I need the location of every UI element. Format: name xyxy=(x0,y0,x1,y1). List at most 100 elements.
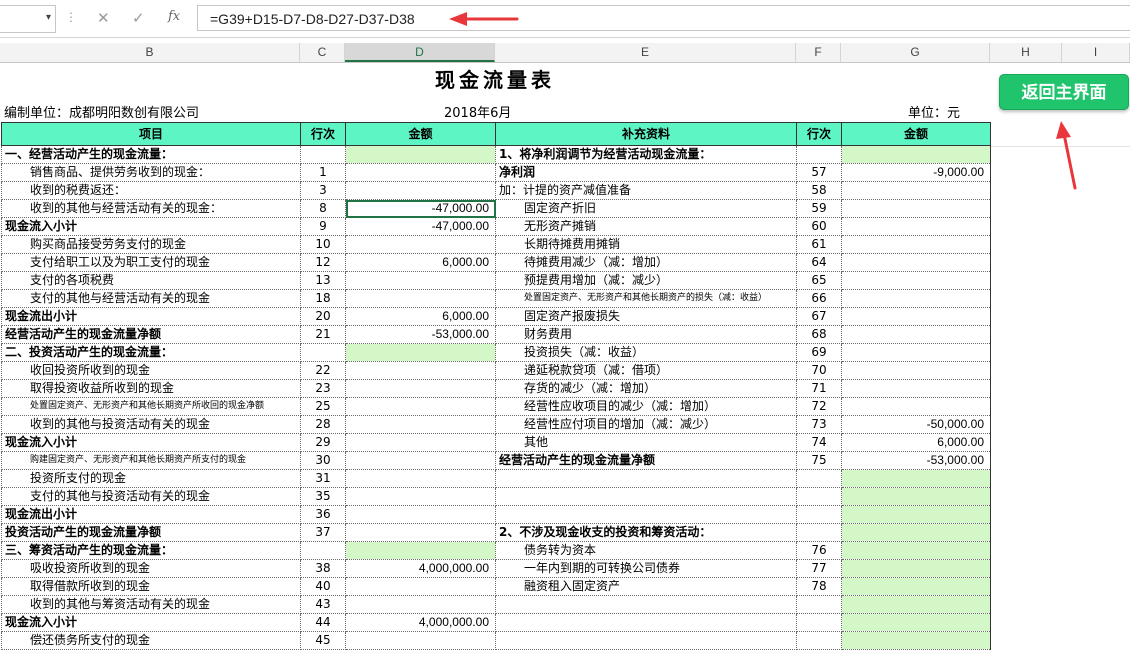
cell-line-no-2[interactable]: 59 xyxy=(796,199,842,218)
cell-line-no[interactable]: 13 xyxy=(300,271,346,290)
cell-line-no-2[interactable]: 61 xyxy=(796,235,842,254)
column-header-f[interactable]: F xyxy=(796,43,841,62)
cell-supplement[interactable]: 财务费用 xyxy=(495,325,797,344)
cell-amount-2[interactable] xyxy=(841,631,991,650)
cell-item[interactable]: 收到的其他与筹资活动有关的现金 xyxy=(1,595,301,614)
cell-line-no[interactable]: 28 xyxy=(300,415,346,434)
cell-line-no-2[interactable]: 73 xyxy=(796,415,842,434)
cell-line-no[interactable]: 45 xyxy=(300,631,346,650)
cell-amount-2[interactable]: -53,000.00 xyxy=(841,451,991,470)
cell-amount[interactable]: 6,000.00 xyxy=(345,307,496,326)
cell-item[interactable]: 支付的其他与经营活动有关的现金 xyxy=(1,289,301,308)
cell-item[interactable]: 收到的其他与投资活动有关的现金 xyxy=(1,415,301,434)
cell-supplement[interactable]: 递延税款贷项（减：借项） xyxy=(495,361,797,380)
cell-supplement[interactable]: 固定资产报废损失 xyxy=(495,307,797,326)
cell-line-no[interactable]: 12 xyxy=(300,253,346,272)
cell-amount[interactable]: -53,000.00 xyxy=(345,325,496,344)
cell-line-no-2[interactable] xyxy=(796,145,842,164)
cell-amount-2[interactable] xyxy=(841,217,991,236)
cancel-icon[interactable]: ✕ xyxy=(97,9,110,27)
cell-line-no-2[interactable]: 78 xyxy=(796,577,842,596)
cell-amount[interactable]: 6,000.00 xyxy=(345,253,496,272)
cell-line-no[interactable]: 10 xyxy=(300,235,346,254)
column-header-g[interactable]: G xyxy=(841,43,990,62)
cell-line-no[interactable] xyxy=(300,343,346,362)
cell-amount-2[interactable]: 6,000.00 xyxy=(841,433,991,452)
cell-line-no-2[interactable]: 68 xyxy=(796,325,842,344)
cell-amount-2[interactable] xyxy=(841,523,991,542)
cell-supplement[interactable] xyxy=(495,631,797,650)
cell-amount[interactable] xyxy=(345,271,496,290)
column-header-d[interactable]: D xyxy=(345,43,495,62)
cell-item[interactable]: 现金流入小计 xyxy=(1,433,301,452)
cell-amount[interactable] xyxy=(345,469,496,488)
cell-line-no-2[interactable]: 64 xyxy=(796,253,842,272)
cell-item[interactable]: 三、筹资活动产生的现金流量： xyxy=(1,541,301,560)
cell-line-no-2[interactable] xyxy=(796,595,842,614)
cell-amount[interactable] xyxy=(345,379,496,398)
column-header-i[interactable]: I xyxy=(1062,43,1130,62)
column-header-c[interactable]: C xyxy=(300,43,345,62)
cell-line-no-2[interactable]: 74 xyxy=(796,433,842,452)
cell-amount-2[interactable] xyxy=(841,271,991,290)
name-box[interactable]: ▾ xyxy=(0,5,56,33)
cell-supplement[interactable] xyxy=(495,613,797,632)
cell-line-no-2[interactable]: 71 xyxy=(796,379,842,398)
cell-item[interactable]: 支付的其他与投资活动有关的现金 xyxy=(1,487,301,506)
cell-supplement[interactable]: 投资损失（减：收益） xyxy=(495,343,797,362)
cell-item[interactable]: 购买商品接受劳务支付的现金 xyxy=(1,235,301,254)
cell-item[interactable]: 经营活动产生的现金流量净额 xyxy=(1,325,301,344)
cell-line-no-2[interactable]: 69 xyxy=(796,343,842,362)
cell-line-no[interactable]: 37 xyxy=(300,523,346,542)
cell-amount[interactable] xyxy=(345,595,496,614)
cell-amount[interactable] xyxy=(345,487,496,506)
cell-amount[interactable] xyxy=(345,577,496,596)
cell-amount-2[interactable] xyxy=(841,541,991,560)
cell-amount[interactable] xyxy=(345,631,496,650)
cell-amount[interactable] xyxy=(345,163,496,182)
cell-line-no[interactable]: 20 xyxy=(300,307,346,326)
cell-amount[interactable] xyxy=(345,343,496,362)
cell-supplement[interactable]: 其他 xyxy=(495,433,797,452)
cell-supplement[interactable]: 净利润 xyxy=(495,163,797,182)
cell-amount-2[interactable]: -50,000.00 xyxy=(841,415,991,434)
cell-line-no[interactable]: 22 xyxy=(300,361,346,380)
cell-amount-2[interactable] xyxy=(841,577,991,596)
cell-amount-2[interactable] xyxy=(841,559,991,578)
cell-supplement[interactable]: 1、将净利润调节为经营活动现金流量： xyxy=(495,145,797,164)
cell-supplement[interactable]: 经营活动产生的现金流量净额 xyxy=(495,451,797,470)
cell-supplement[interactable]: 加：计提的资产减值准备 xyxy=(495,181,797,200)
cell-item[interactable]: 支付的各项税费 xyxy=(1,271,301,290)
cell-amount-2[interactable] xyxy=(841,181,991,200)
cell-amount-2[interactable] xyxy=(841,235,991,254)
cell-item[interactable]: 现金流入小计 xyxy=(1,613,301,632)
cell-amount-2[interactable] xyxy=(841,145,991,164)
cell-line-no[interactable]: 43 xyxy=(300,595,346,614)
cell-line-no[interactable]: 18 xyxy=(300,289,346,308)
cell-supplement[interactable]: 经营性应收项目的减少（减：增加） xyxy=(495,397,797,416)
cell-item[interactable]: 收到的税费返还： xyxy=(1,181,301,200)
cell-amount[interactable]: -47,000.00 xyxy=(345,217,496,236)
cell-line-no[interactable] xyxy=(300,145,346,164)
cell-line-no[interactable]: 30 xyxy=(300,451,346,470)
cell-supplement[interactable]: 待摊费用减少（减：增加） xyxy=(495,253,797,272)
cell-supplement[interactable] xyxy=(495,595,797,614)
chevron-down-icon[interactable]: ▾ xyxy=(46,12,51,23)
column-header-e[interactable]: E xyxy=(495,43,796,62)
formula-input[interactable]: =G39+D15-D7-D8-D27-D37-D38 xyxy=(197,5,1130,31)
cell-line-no-2[interactable]: 57 xyxy=(796,163,842,182)
cell-line-no-2[interactable]: 67 xyxy=(796,307,842,326)
cell-amount[interactable]: -47,000.00 xyxy=(345,199,496,218)
cell-line-no-2[interactable] xyxy=(796,505,842,524)
cell-item[interactable]: 现金流入小计 xyxy=(1,217,301,236)
cell-line-no[interactable]: 21 xyxy=(300,325,346,344)
cell-item[interactable]: 现金流出小计 xyxy=(1,307,301,326)
cell-amount-2[interactable] xyxy=(841,307,991,326)
cell-amount-2[interactable] xyxy=(841,361,991,380)
cell-line-no[interactable]: 8 xyxy=(300,199,346,218)
cell-supplement[interactable] xyxy=(495,469,797,488)
cell-item[interactable]: 购建固定资产、无形资产和其他长期资产所支付的现金 xyxy=(1,451,301,470)
cell-item[interactable]: 吸收投资所收到的现金 xyxy=(1,559,301,578)
cell-amount-2[interactable] xyxy=(841,379,991,398)
cell-line-no[interactable]: 36 xyxy=(300,505,346,524)
